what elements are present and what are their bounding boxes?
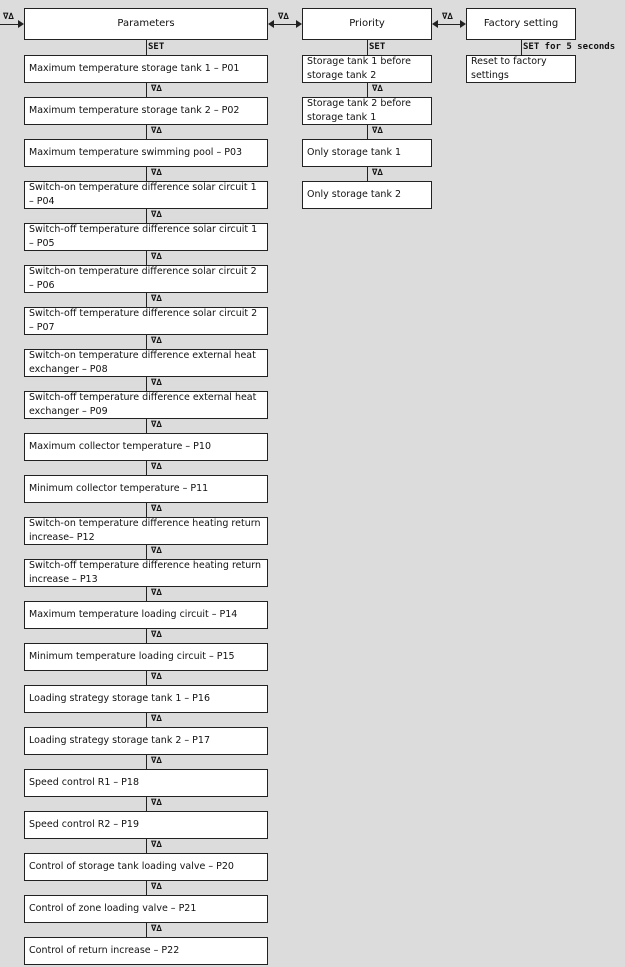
priority-item[interactable]: Only storage tank 1 <box>302 139 432 167</box>
parameters-connector <box>146 40 147 55</box>
priority-connector <box>367 125 368 139</box>
nav-arrows-label: ∇∆ <box>151 504 162 514</box>
nav-arrows-label: ∇∆ <box>151 294 162 304</box>
parameters-item[interactable]: Switch-on temperature difference solar c… <box>24 181 268 209</box>
parameters-item[interactable]: Loading strategy storage tank 1 – P16 <box>24 685 268 713</box>
parameters-item[interactable]: Switch-off temperature difference heatin… <box>24 559 268 587</box>
nav-arrows-label: ∇∆ <box>151 546 162 556</box>
parameters-item[interactable]: Maximum collector temperature – P10 <box>24 433 268 461</box>
nav-arrows-label: ∇∆ <box>151 882 162 892</box>
parameters-item[interactable]: Maximum temperature storage tank 2 – P02 <box>24 97 268 125</box>
parameters-connector <box>146 419 147 433</box>
factory-set-label: SET for 5 seconds <box>523 42 616 52</box>
arrow-left-icon <box>432 20 438 28</box>
parameters-connector <box>146 545 147 559</box>
priority-connector <box>367 167 368 181</box>
parameters-connector <box>146 755 147 769</box>
factory-connector <box>521 40 522 55</box>
parameters-item[interactable]: Switch-on temperature difference heating… <box>24 517 268 545</box>
nav-arrows-label: ∇∆ <box>151 252 162 262</box>
parameters-connector <box>146 587 147 601</box>
arrow-right-icon <box>18 20 24 28</box>
parameters-connector <box>146 503 147 517</box>
parameters-connector <box>146 923 147 937</box>
parameters-header[interactable]: Parameters <box>24 8 268 40</box>
parameters-connector <box>146 251 147 265</box>
parameters-item[interactable]: Switch-off temperature difference extern… <box>24 391 268 419</box>
parameters-item[interactable]: Switch-on temperature difference solar c… <box>24 265 268 293</box>
nav-arrows-label: ∇∆ <box>151 672 162 682</box>
parameters-item[interactable]: Switch-off temperature difference solar … <box>24 307 268 335</box>
priority-item[interactable]: Only storage tank 2 <box>302 181 432 209</box>
parameters-connector <box>146 881 147 895</box>
parameters-connector <box>146 797 147 811</box>
priority-set-label: SET <box>369 42 386 52</box>
parameters-connector <box>146 713 147 727</box>
priority-connector <box>367 83 368 97</box>
parameters-item[interactable]: Control of storage tank loading valve – … <box>24 853 268 881</box>
parameters-connector <box>146 629 147 643</box>
parameters-connector <box>146 671 147 685</box>
nav-arrows-label: ∇∆ <box>151 462 162 472</box>
priority-header[interactable]: Priority <box>302 8 432 40</box>
nav-arrows-label: ∇∆ <box>151 168 162 178</box>
parameters-connector <box>146 461 147 475</box>
parameters-set-label: SET <box>148 42 165 52</box>
nav-arrows-label: ∇∆ <box>151 126 162 136</box>
priority-item[interactable]: Storage tank 2 before storage tank 1 <box>302 97 432 125</box>
parameters-item[interactable]: Maximum temperature loading circuit – P1… <box>24 601 268 629</box>
parameters-connector <box>146 839 147 853</box>
entry-arrow-line <box>0 24 20 25</box>
nav-arrows-label: ∇∆ <box>151 588 162 598</box>
parameters-connector <box>146 377 147 391</box>
nav-arrows-label: ∇∆ <box>372 168 383 178</box>
parameters-item[interactable]: Speed control R1 – P18 <box>24 769 268 797</box>
priority-item[interactable]: Storage tank 1 before storage tank 2 <box>302 55 432 83</box>
nav-arrows-label: ∇∆ <box>151 336 162 346</box>
arrow-left-icon <box>268 20 274 28</box>
parameters-item[interactable]: Maximum temperature storage tank 1 – P01 <box>24 55 268 83</box>
nav-arrows-label: ∇∆ <box>3 12 14 22</box>
arrow-right-icon <box>296 20 302 28</box>
parameters-item[interactable]: Minimum collector temperature – P11 <box>24 475 268 503</box>
nav-arrows-label: ∇∆ <box>372 126 383 136</box>
parameters-connector <box>146 125 147 139</box>
parameters-connector <box>146 83 147 97</box>
link-arrow-line <box>437 24 461 25</box>
parameters-item[interactable]: Control of return increase – P22 <box>24 937 268 965</box>
parameters-item[interactable]: Minimum temperature loading circuit – P1… <box>24 643 268 671</box>
factory-header[interactable]: Factory setting <box>466 8 576 40</box>
parameters-connector <box>146 293 147 307</box>
nav-arrows-label: ∇∆ <box>151 714 162 724</box>
nav-arrows-label: ∇∆ <box>151 798 162 808</box>
nav-arrows-label: ∇∆ <box>151 378 162 388</box>
parameters-item[interactable]: Maximum temperature swimming pool – P03 <box>24 139 268 167</box>
nav-arrows-label: ∇∆ <box>372 84 383 94</box>
nav-arrows-label: ∇∆ <box>278 12 289 22</box>
parameters-connector <box>146 335 147 349</box>
nav-arrows-label: ∇∆ <box>151 756 162 766</box>
parameters-connector <box>146 167 147 181</box>
parameters-item[interactable]: Loading strategy storage tank 2 – P17 <box>24 727 268 755</box>
parameters-item[interactable]: Speed control R2 – P19 <box>24 811 268 839</box>
parameters-item[interactable]: Control of zone loading valve – P21 <box>24 895 268 923</box>
link-arrow-line <box>273 24 297 25</box>
nav-arrows-label: ∇∆ <box>442 12 453 22</box>
parameters-connector <box>146 209 147 223</box>
parameters-item[interactable]: Switch-off temperature difference solar … <box>24 223 268 251</box>
arrow-right-icon <box>460 20 466 28</box>
nav-arrows-label: ∇∆ <box>151 630 162 640</box>
priority-connector <box>367 40 368 55</box>
nav-arrows-label: ∇∆ <box>151 210 162 220</box>
nav-arrows-label: ∇∆ <box>151 840 162 850</box>
factory-item[interactable]: Reset to factory settings <box>466 55 576 83</box>
nav-arrows-label: ∇∆ <box>151 924 162 934</box>
parameters-item[interactable]: Switch-on temperature difference externa… <box>24 349 268 377</box>
nav-arrows-label: ∇∆ <box>151 84 162 94</box>
nav-arrows-label: ∇∆ <box>151 420 162 430</box>
